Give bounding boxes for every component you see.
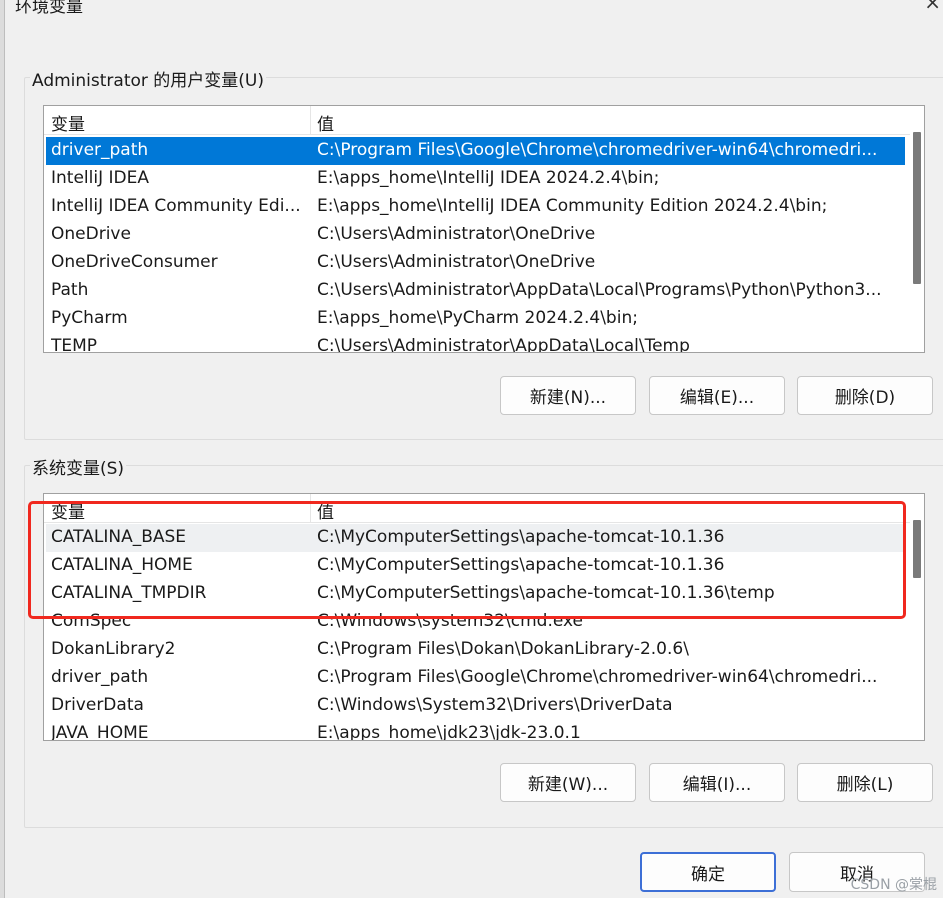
window-title: 环境变量: [15, 0, 83, 17]
list-item[interactable]: TEMP C:\Users\Administrator\AppData\Loca…: [46, 333, 905, 353]
variable-value: C:\Windows\system32\cmd.exe: [317, 611, 584, 631]
variable-value: C:\Users\Administrator\OneDrive: [317, 252, 596, 272]
watermark: CSDN @棠棍: [850, 877, 937, 893]
variable-name: IntelliJ IDEA: [51, 168, 149, 188]
variable-value: E:\apps_home\IntelliJ IDEA Community Edi…: [317, 196, 828, 216]
variable-name: OneDriveConsumer: [51, 252, 218, 272]
column-header-name[interactable]: 变量: [51, 110, 85, 135]
system-delete-button[interactable]: 删除(L): [797, 763, 933, 802]
list-item[interactable]: IntelliJ IDEA Community Edi... E:\apps_h…: [46, 193, 905, 221]
variable-value: C:\Program Files\Dokan\DokanLibrary-2.0.…: [317, 639, 689, 659]
list-item[interactable]: ComSpec C:\Windows\system32\cmd.exe: [46, 608, 905, 636]
list-item[interactable]: Path C:\Users\Administrator\AppData\Loca…: [46, 277, 905, 305]
system-edit-button[interactable]: 编辑(I)...: [649, 763, 785, 802]
ok-button[interactable]: 确定: [640, 852, 776, 892]
variable-name: driver_path: [51, 667, 149, 687]
list-header: 变量 值: [44, 494, 924, 523]
variable-value: C:\Users\Administrator\AppData\Local\Tem…: [317, 336, 690, 353]
variable-name: driver_path: [51, 140, 149, 160]
system-variables-list[interactable]: 变量 值 CATALINA_BASE C:\MyComputerSettings…: [43, 493, 925, 741]
column-header-value[interactable]: 值: [317, 110, 334, 135]
variable-value: E:\apps_home\jdk23\jdk-23.0.1: [317, 723, 581, 741]
variable-name: TEMP: [51, 336, 98, 353]
variable-value: E:\apps_home\IntelliJ IDEA 2024.2.4\bin;: [317, 168, 660, 188]
variable-value: C:\MyComputerSettings\apache-tomcat-10.1…: [317, 527, 725, 547]
close-icon[interactable]: ×: [924, 0, 941, 14]
list-item[interactable]: DokanLibrary2 C:\Program Files\Dokan\Dok…: [46, 636, 905, 664]
variable-name: PyCharm: [51, 308, 128, 328]
variable-name: DokanLibrary2: [51, 639, 176, 659]
variable-name: Path: [51, 280, 89, 300]
column-divider[interactable]: [310, 106, 311, 134]
user-variables-label: Administrator 的用户变量(U): [30, 66, 266, 91]
variable-name: OneDrive: [51, 224, 131, 244]
variable-value: C:\MyComputerSettings\apache-tomcat-10.1…: [317, 555, 725, 575]
variable-name: DriverData: [51, 695, 144, 715]
variable-value: E:\apps_home\PyCharm 2024.2.4\bin;: [317, 308, 638, 328]
variable-value: C:\MyComputerSettings\apache-tomcat-10.1…: [317, 583, 775, 603]
vertical-scrollbar[interactable]: [910, 106, 924, 352]
list-item[interactable]: driver_path C:\Program Files\Google\Chro…: [46, 664, 905, 692]
list-item[interactable]: IntelliJ IDEA E:\apps_home\IntelliJ IDEA…: [46, 165, 905, 193]
variable-name: CATALINA_TMPDIR: [51, 583, 207, 603]
variable-value: C:\Windows\System32\Drivers\DriverData: [317, 695, 673, 715]
system-new-button[interactable]: 新建(W)...: [500, 763, 636, 802]
list-item[interactable]: OneDriveConsumer C:\Users\Administrator\…: [46, 249, 905, 277]
list-item[interactable]: CATALINA_HOME C:\MyComputerSettings\apac…: [46, 552, 905, 580]
list-item[interactable]: DriverData C:\Windows\System32\Drivers\D…: [46, 692, 905, 720]
variable-name: ComSpec: [51, 611, 132, 631]
system-variables-label: 系统变量(S): [30, 454, 127, 479]
vertical-scrollbar[interactable]: [910, 494, 924, 740]
column-divider[interactable]: [310, 494, 311, 522]
list-header: 变量 值: [44, 106, 924, 135]
user-variables-list[interactable]: 变量 值 driver_path C:\Program Files\Google…: [43, 105, 925, 353]
scrollbar-thumb[interactable]: [913, 520, 921, 578]
user-edit-button[interactable]: 编辑(E)...: [649, 376, 785, 415]
column-header-name[interactable]: 变量: [51, 498, 85, 523]
column-header-value[interactable]: 值: [317, 498, 334, 523]
list-item[interactable]: driver_path C:\Program Files\Google\Chro…: [46, 137, 905, 165]
list-item[interactable]: CATALINA_BASE C:\MyComputerSettings\apac…: [46, 524, 905, 552]
variable-name: CATALINA_BASE: [51, 527, 187, 547]
list-item[interactable]: JAVA_HOME E:\apps_home\jdk23\jdk-23.0.1: [46, 720, 905, 741]
user-new-button[interactable]: 新建(N)...: [500, 376, 636, 415]
variable-name: IntelliJ IDEA Community Edi...: [51, 196, 301, 216]
list-item[interactable]: CATALINA_TMPDIR C:\MyComputerSettings\ap…: [46, 580, 905, 608]
variable-value: C:\Users\Administrator\OneDrive: [317, 224, 596, 244]
variable-name: CATALINA_HOME: [51, 555, 193, 575]
variable-value: C:\Program Files\Google\Chrome\chromedri…: [317, 667, 878, 687]
variable-name: JAVA_HOME: [51, 723, 149, 741]
variable-value: C:\Program Files\Google\Chrome\chromedri…: [317, 140, 878, 160]
window-left-edge: [0, 0, 5, 898]
user-delete-button[interactable]: 删除(D): [797, 376, 933, 415]
variable-value: C:\Users\Administrator\AppData\Local\Pro…: [317, 280, 882, 300]
scrollbar-thumb[interactable]: [913, 132, 921, 284]
list-item[interactable]: PyCharm E:\apps_home\PyCharm 2024.2.4\bi…: [46, 305, 905, 333]
list-item[interactable]: OneDrive C:\Users\Administrator\OneDrive: [46, 221, 905, 249]
